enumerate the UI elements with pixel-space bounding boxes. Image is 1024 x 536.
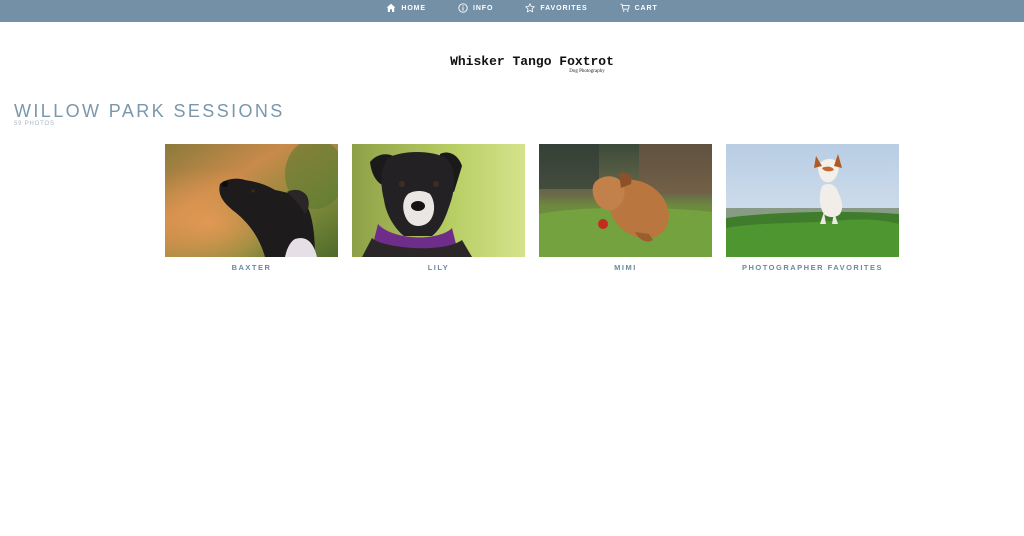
album-thumbnail-lily[interactable] [352,144,525,257]
nav-cart[interactable]: CART [620,0,658,22]
album-card-lily[interactable]: LILY [352,144,525,272]
logo-title: Whisker Tango Foxtrot [450,54,614,69]
album-card-photographer-favorites[interactable]: PHOTOGRAPHER FAVORITES [726,144,899,272]
album-card-mimi[interactable]: MIMI [539,144,712,272]
photo-count: 59 PHOTOS [14,121,55,127]
nav-info-label: INFO [472,4,494,12]
album-thumbnail-baxter[interactable] [165,144,338,257]
home-icon [386,3,396,13]
album-label-photographer-favorites[interactable]: PHOTOGRAPHER FAVORITES [726,263,899,272]
nav-favorites[interactable]: FAVORITES [525,0,587,22]
site-logo[interactable]: Whisker Tango Foxtrot Dog Photography [0,54,1024,75]
cart-icon [620,3,630,13]
nav-home-label: HOME [401,4,426,12]
main-nav: HOME INFO FAVORITES CART [370,0,673,22]
gallery-title: WILLOW PARK SESSIONS [14,101,285,121]
dog-photo-photographer-favorites [726,144,899,257]
logo-subtitle: Dog Photography [569,69,605,74]
info-icon [458,3,468,13]
album-label-mimi[interactable]: MIMI [539,263,712,272]
album-grid: BAXTER LILY MIMI PHOTOGRAPHER FAVORITES [165,144,899,272]
album-label-baxter[interactable]: BAXTER [165,263,338,272]
album-card-baxter[interactable]: BAXTER [165,144,338,272]
nav-cart-label: CART [634,4,658,12]
album-thumbnail-mimi[interactable] [539,144,712,257]
nav-info[interactable]: INFO [458,0,493,22]
album-thumbnail-photographer-favorites[interactable] [726,144,899,257]
dog-photo-baxter [165,144,338,257]
star-icon [525,3,536,13]
nav-home[interactable]: HOME [386,0,426,22]
album-label-lily[interactable]: LILY [352,263,525,272]
top-navigation-bar: HOME INFO FAVORITES CART [0,0,1024,22]
dog-photo-lily [352,144,525,257]
nav-favorites-label: FAVORITES [540,4,588,12]
dog-photo-mimi [539,144,712,257]
